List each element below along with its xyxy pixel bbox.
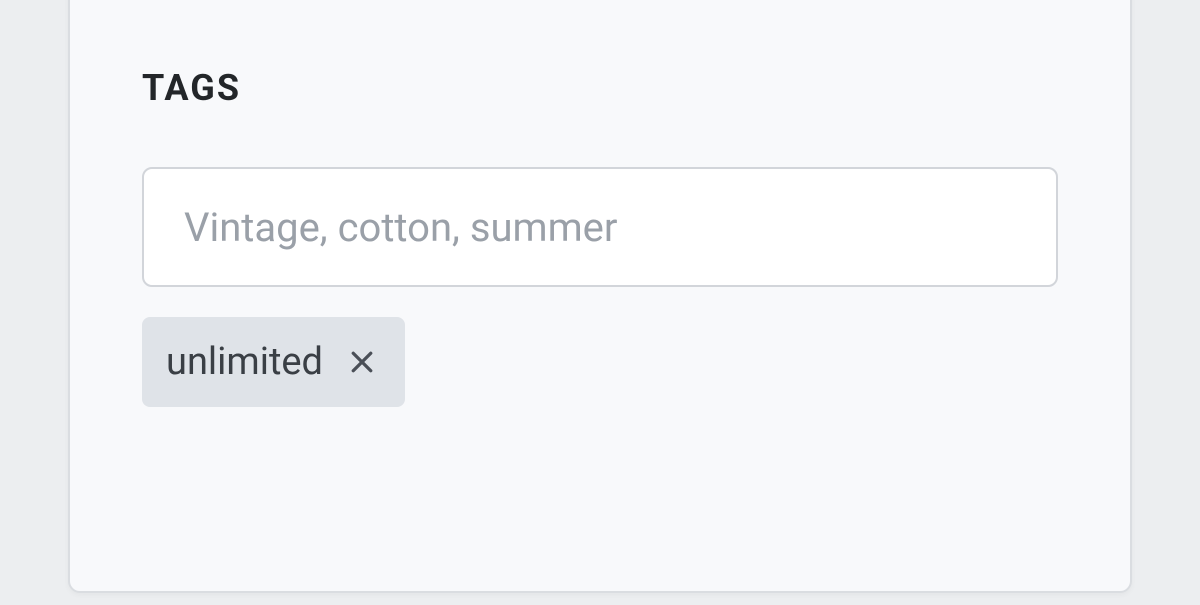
tag-pill-label: unlimited [166,340,323,384]
tag-pill: unlimited [142,317,405,407]
tags-card: TAGS Vintage, cotton, summer unlimited [68,0,1132,593]
remove-tag-button[interactable] [343,343,381,381]
tags-heading: TAGS [142,67,241,109]
page-background: TAGS Vintage, cotton, summer unlimited [0,0,1200,605]
close-icon [347,347,377,377]
tags-input[interactable]: Vintage, cotton, summer [142,167,1058,287]
tags-input-placeholder: Vintage, cotton, summer [184,204,617,251]
